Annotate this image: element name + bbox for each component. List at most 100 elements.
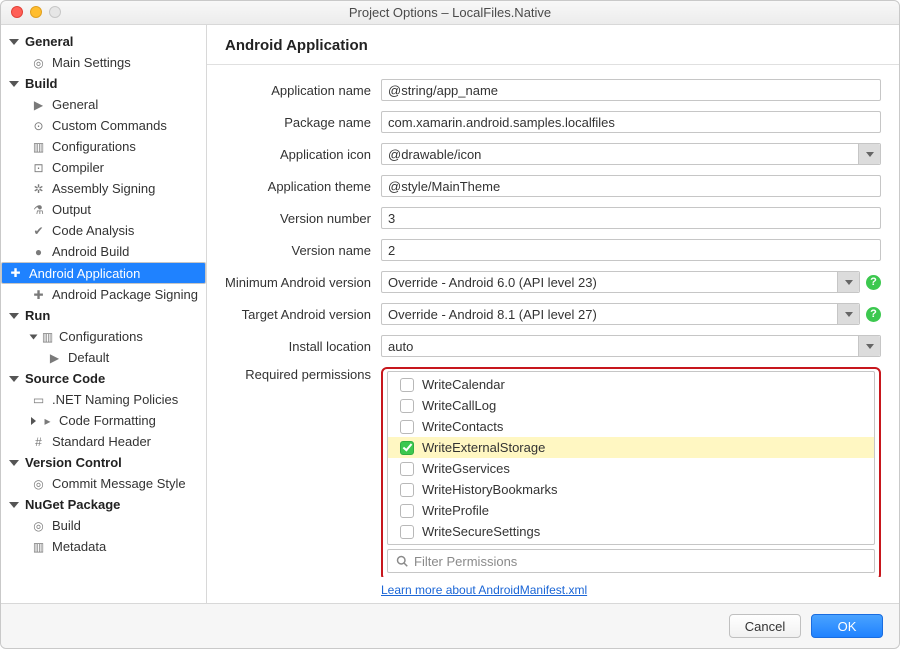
category-label: Run xyxy=(25,308,50,323)
permission-checkbox[interactable] xyxy=(400,420,414,434)
permission-label: WriteSecureSettings xyxy=(422,524,540,539)
disclosure-icon xyxy=(30,334,38,339)
permission-checkbox[interactable] xyxy=(400,504,414,518)
item-icon: ▶ xyxy=(31,97,46,112)
permission-checkbox[interactable] xyxy=(400,525,414,539)
label-target-android: Target Android version xyxy=(213,307,381,322)
sidebar-item[interactable]: ✚Android Package Signing xyxy=(1,284,206,305)
package-name-field[interactable] xyxy=(381,111,881,133)
sidebar-item-label: Commit Message Style xyxy=(52,476,186,491)
sidebar-item-label: Android Application xyxy=(29,266,140,281)
sidebar-item[interactable]: ⊙ Custom Commands xyxy=(1,115,206,136)
close-icon[interactable] xyxy=(11,6,23,18)
category-label: Version Control xyxy=(25,455,122,470)
version-number-field[interactable] xyxy=(381,207,881,229)
sidebar-item[interactable]: ✚Android Application xyxy=(1,262,206,284)
sidebar-item[interactable]: ▶ General xyxy=(1,94,206,115)
sidebar-item[interactable]: ✲Assembly Signing xyxy=(1,178,206,199)
app-icon-select[interactable]: @drawable/icon xyxy=(381,143,881,165)
sidebar-item[interactable]: ▸Code Formatting xyxy=(1,410,206,431)
target-android-value: Override - Android 8.1 (API level 27) xyxy=(388,307,597,322)
permission-row[interactable]: WriteContacts xyxy=(388,416,874,437)
item-icon: ⊙ xyxy=(31,118,46,133)
permission-row[interactable]: WriteProfile xyxy=(388,500,874,521)
sidebar-category[interactable]: Build xyxy=(1,73,206,94)
install-location-value: auto xyxy=(388,339,413,354)
app-theme-field[interactable] xyxy=(381,175,881,197)
cancel-button[interactable]: Cancel xyxy=(729,614,801,638)
label-app-icon: Application icon xyxy=(213,147,381,162)
sidebar-item[interactable]: ▭.NET Naming Policies xyxy=(1,389,206,410)
permission-row[interactable]: WriteCalendar xyxy=(388,374,874,395)
learn-more-row: Learn more about AndroidManifest.xml xyxy=(207,577,899,603)
disclosure-icon xyxy=(31,417,36,425)
sidebar-item[interactable]: ●Android Build xyxy=(1,241,206,262)
permission-checkbox[interactable] xyxy=(400,378,414,392)
permissions-list[interactable]: WriteCalendar WriteCallLog WriteContacts Wr… xyxy=(387,371,875,545)
label-version-name: Version name xyxy=(213,243,381,258)
permission-label: WriteCalendar xyxy=(422,377,505,392)
permission-label: WriteProfile xyxy=(422,503,489,518)
item-icon: ✲ xyxy=(31,181,46,196)
learn-more-link[interactable]: Learn more about AndroidManifest.xml xyxy=(381,583,587,597)
window-title: Project Options – LocalFiles.Native xyxy=(349,5,551,20)
help-icon[interactable]: ? xyxy=(866,275,881,290)
item-icon: ◎ xyxy=(31,518,46,533)
sidebar-item[interactable]: ▥Metadata xyxy=(1,536,206,557)
item-icon: ▭ xyxy=(31,392,46,407)
label-app-theme: Application theme xyxy=(213,179,381,194)
sidebar-category[interactable]: NuGet Package xyxy=(1,494,206,515)
version-name-field[interactable] xyxy=(381,239,881,261)
permission-row[interactable]: WriteGservices xyxy=(388,458,874,479)
sidebar-category[interactable]: Run xyxy=(1,305,206,326)
target-android-select[interactable]: Override - Android 8.1 (API level 27) xyxy=(381,303,860,325)
sidebar-category[interactable]: General xyxy=(1,31,206,52)
sidebar-item-label: Code Formatting xyxy=(59,413,156,428)
permission-label: WriteContacts xyxy=(422,419,503,434)
disclosure-icon xyxy=(9,313,19,319)
min-android-select[interactable]: Override - Android 6.0 (API level 23) xyxy=(381,271,860,293)
sidebar-item[interactable]: ◎Commit Message Style xyxy=(1,473,206,494)
sidebar-item[interactable]: ⊡Compiler xyxy=(1,157,206,178)
sidebar-category[interactable]: Source Code xyxy=(1,368,206,389)
minimize-icon[interactable] xyxy=(30,6,42,18)
sidebar-item-label: General xyxy=(52,97,98,112)
help-icon[interactable]: ? xyxy=(866,307,881,322)
sidebar-item-label: Android Package Signing xyxy=(52,287,198,302)
permissions-filter[interactable]: Filter Permissions xyxy=(387,549,875,573)
item-icon: ▶ xyxy=(47,350,62,365)
app-name-field[interactable] xyxy=(381,79,881,101)
permission-row[interactable]: WriteExternalStorage xyxy=(388,437,874,458)
sidebar-item[interactable]: ◎ Build xyxy=(1,515,206,536)
zoom-icon[interactable] xyxy=(49,6,61,18)
sidebar: General◎Main SettingsBuild▶General⊙Custo… xyxy=(1,25,207,603)
disclosure-icon xyxy=(9,376,19,382)
item-icon: ⚗ xyxy=(31,202,46,217)
sidebar-item-label: Build xyxy=(52,518,81,533)
item-icon: ▥ xyxy=(31,539,46,554)
sidebar-item[interactable]: ✔Code Analysis xyxy=(1,220,206,241)
sidebar-item[interactable]: ▥Configurations xyxy=(1,326,206,347)
permission-checkbox[interactable] xyxy=(400,462,414,476)
form-area: Application name Package name Applicatio… xyxy=(207,65,899,577)
permission-row[interactable]: WriteCallLog xyxy=(388,395,874,416)
permission-row[interactable]: WriteHistoryBookmarks xyxy=(388,479,874,500)
sidebar-subitem[interactable]: ▶Default xyxy=(1,347,206,368)
permission-checkbox[interactable] xyxy=(400,483,414,497)
permissions-highlight-box: WriteCalendar WriteCallLog WriteContacts Wr… xyxy=(381,367,881,577)
ok-button[interactable]: OK xyxy=(811,614,883,638)
sidebar-item[interactable]: ⚗Output xyxy=(1,199,206,220)
options-window: Project Options – LocalFiles.Native Gene… xyxy=(0,0,900,649)
sidebar-item-label: Custom Commands xyxy=(52,118,167,133)
permission-row[interactable]: WriteSecureSettings xyxy=(388,521,874,542)
sidebar-item[interactable]: ◎Main Settings xyxy=(1,52,206,73)
sidebar-item[interactable]: ▥Configurations xyxy=(1,136,206,157)
filter-placeholder: Filter Permissions xyxy=(414,554,517,569)
permission-checkbox[interactable] xyxy=(400,399,414,413)
sidebar-item[interactable]: #Standard Header xyxy=(1,431,206,452)
install-location-select[interactable]: auto xyxy=(381,335,881,357)
permission-label: WriteCallLog xyxy=(422,398,496,413)
sidebar-category[interactable]: Version Control xyxy=(1,452,206,473)
permission-checkbox[interactable] xyxy=(400,441,414,455)
label-app-name: Application name xyxy=(213,83,381,98)
